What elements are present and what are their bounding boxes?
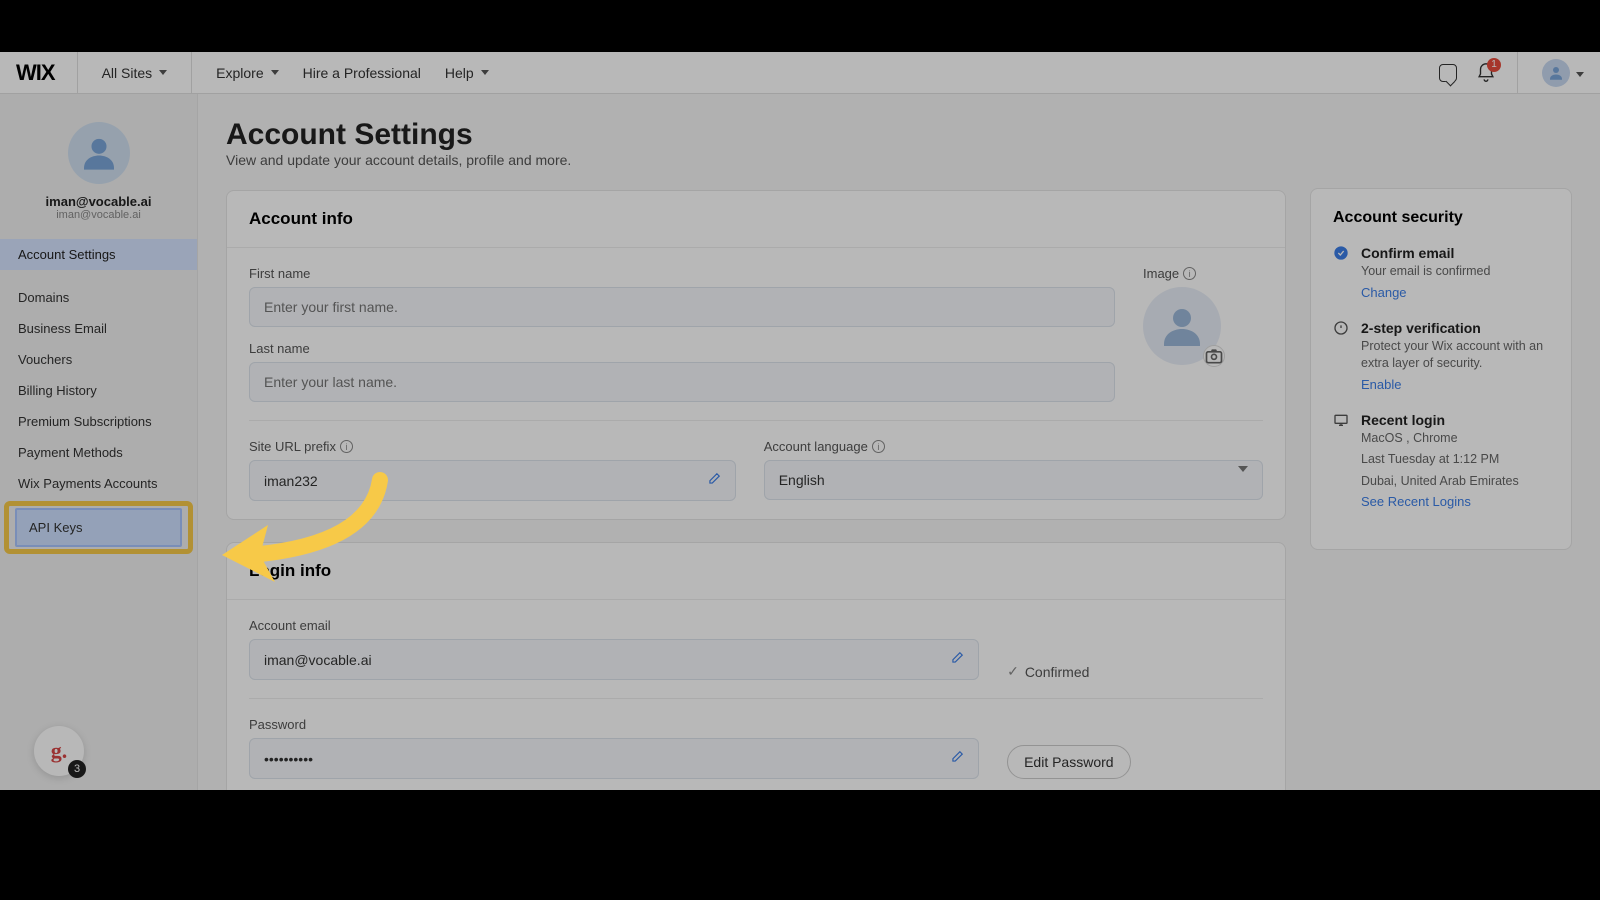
last-name-label: Last name bbox=[249, 341, 1115, 356]
edit-password-button[interactable]: Edit Password bbox=[1007, 745, 1130, 779]
divider bbox=[77, 52, 78, 94]
security-confirm-email: Confirm email Your email is confirmed Ch… bbox=[1333, 245, 1549, 300]
highlight-annotation: API Keys bbox=[4, 501, 193, 554]
first-name-input[interactable] bbox=[249, 287, 1115, 327]
chevron-down-icon bbox=[1238, 472, 1248, 488]
sidebar-subemail: iman@vocable.ai bbox=[56, 209, 141, 221]
login-info-heading: Login info bbox=[227, 543, 1285, 600]
chat-icon[interactable] bbox=[1437, 62, 1459, 84]
check-circle-icon bbox=[1333, 245, 1351, 300]
sidebar-avatar[interactable] bbox=[68, 122, 130, 184]
language-label: Account languagei bbox=[764, 439, 1263, 454]
sidebar-item-domains[interactable]: Domains bbox=[0, 282, 197, 313]
sidebar: iman@vocable.ai iman@vocable.ai Account … bbox=[0, 94, 198, 790]
language-select[interactable]: English bbox=[764, 460, 1263, 500]
account-email-label: Account email bbox=[249, 618, 979, 633]
image-label: Imagei bbox=[1143, 266, 1263, 281]
nav-hire[interactable]: Hire a Professional bbox=[291, 65, 433, 81]
last-name-input[interactable] bbox=[249, 362, 1115, 402]
account-email-input[interactable]: iman@vocable.ai bbox=[249, 639, 979, 680]
sidebar-email: iman@vocable.ai bbox=[46, 194, 152, 209]
password-label: Password bbox=[249, 717, 979, 732]
account-info-heading: Account info bbox=[227, 191, 1285, 248]
main-content: Account Settings View and update your ac… bbox=[198, 94, 1600, 790]
notification-badge: 1 bbox=[1487, 58, 1501, 72]
sidebar-item-account-settings[interactable]: Account Settings bbox=[0, 239, 197, 270]
monitor-icon bbox=[1333, 412, 1351, 510]
nav-all-sites[interactable]: All Sites bbox=[90, 65, 180, 81]
sidebar-item-premium[interactable]: Premium Subscriptions bbox=[0, 406, 197, 437]
chevron-down-icon bbox=[1574, 64, 1584, 82]
edit-icon[interactable] bbox=[950, 651, 964, 668]
enable-link[interactable]: Enable bbox=[1361, 377, 1549, 392]
nav-help[interactable]: Help bbox=[433, 65, 501, 81]
page-subtitle: View and update your account details, pr… bbox=[226, 152, 1286, 168]
grammarly-widget[interactable]: g. 3 bbox=[34, 726, 84, 776]
profile-image[interactable] bbox=[1143, 287, 1221, 365]
edit-icon[interactable] bbox=[950, 750, 964, 767]
sidebar-nav: Account Settings Domains Business Email … bbox=[0, 239, 197, 556]
notifications-icon[interactable]: 1 bbox=[1475, 62, 1497, 84]
security-heading: Account security bbox=[1333, 209, 1549, 227]
change-link[interactable]: Change bbox=[1361, 285, 1490, 300]
info-icon[interactable]: i bbox=[872, 440, 885, 453]
url-prefix-input[interactable]: iman232 bbox=[249, 460, 736, 501]
account-info-card: Account info First name Last name bbox=[226, 190, 1286, 520]
topbar: WIX All Sites Explore Hire a Professiona… bbox=[0, 52, 1600, 94]
security-card: Account security Confirm email Your emai… bbox=[1310, 188, 1572, 550]
security-two-step: 2-step verification Protect your Wix acc… bbox=[1333, 320, 1549, 392]
sidebar-item-vouchers[interactable]: Vouchers bbox=[0, 344, 197, 375]
first-name-label: First name bbox=[249, 266, 1115, 281]
shield-icon bbox=[1333, 320, 1351, 392]
page-title: Account Settings bbox=[226, 118, 1286, 152]
grammarly-badge: 3 bbox=[68, 760, 86, 778]
profile-menu[interactable] bbox=[1542, 59, 1570, 87]
edit-icon[interactable] bbox=[707, 472, 721, 489]
divider bbox=[1517, 52, 1518, 94]
url-prefix-label: Site URL prefixi bbox=[249, 439, 736, 454]
camera-icon[interactable] bbox=[1203, 345, 1225, 367]
sidebar-item-wix-payments[interactable]: Wix Payments Accounts bbox=[0, 468, 197, 499]
sidebar-item-billing[interactable]: Billing History bbox=[0, 375, 197, 406]
recent-logins-link[interactable]: See Recent Logins bbox=[1361, 494, 1519, 509]
divider bbox=[191, 52, 192, 94]
password-input[interactable]: •••••••••• bbox=[249, 738, 979, 779]
email-confirmed-status: ✓ Confirmed bbox=[1007, 663, 1089, 680]
info-icon[interactable]: i bbox=[340, 440, 353, 453]
check-icon: ✓ bbox=[1007, 663, 1019, 680]
sidebar-item-payment-methods[interactable]: Payment Methods bbox=[0, 437, 197, 468]
sidebar-item-api-keys[interactable]: API Keys bbox=[15, 508, 182, 547]
info-icon[interactable]: i bbox=[1183, 267, 1196, 280]
sidebar-item-business-email[interactable]: Business Email bbox=[0, 313, 197, 344]
wix-logo[interactable]: WIX bbox=[16, 60, 55, 86]
nav-explore[interactable]: Explore bbox=[204, 65, 290, 81]
login-info-card: Login info Account email iman@vocable.ai bbox=[226, 542, 1286, 790]
security-recent-login: Recent login MacOS , Chrome Last Tuesday… bbox=[1333, 412, 1549, 510]
